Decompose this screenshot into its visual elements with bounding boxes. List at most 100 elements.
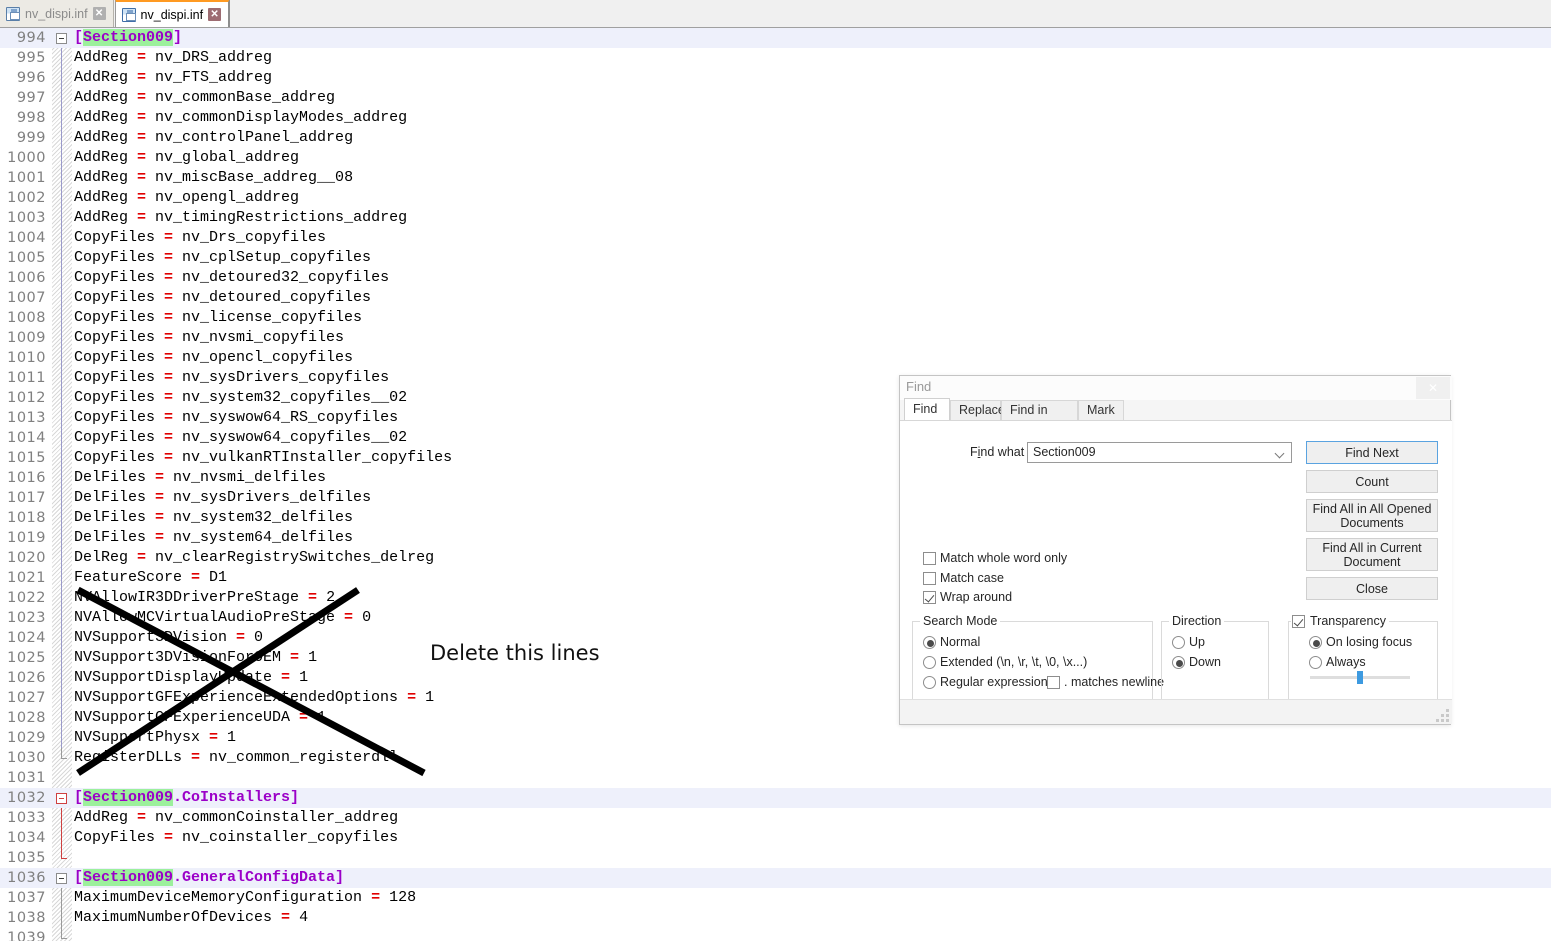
fold-marker[interactable]: [52, 828, 72, 848]
close-icon[interactable]: ✕: [1416, 377, 1450, 399]
fold-line: [61, 188, 62, 208]
fold-marker[interactable]: [52, 208, 72, 228]
fold-marker[interactable]: [52, 108, 72, 128]
fold-marker[interactable]: [52, 488, 72, 508]
code-line[interactable]: 1004 CopyFiles = nv_Drs_copyfiles: [0, 228, 1551, 248]
fold-marker[interactable]: [52, 608, 72, 628]
code-line[interactable]: 1030 RegisterDLLs = nv_common_registerdll: [0, 748, 1551, 768]
fold-marker[interactable]: [52, 148, 72, 168]
find-all-current-document-button[interactable]: Find All in Current Document: [1306, 538, 1438, 571]
tab-find[interactable]: Find: [904, 398, 950, 420]
fold-marker[interactable]: [52, 648, 72, 668]
code-line[interactable]: 1003 AddReg = nv_timingRestrictions_addre…: [0, 208, 1551, 228]
fold-marker[interactable]: [52, 68, 72, 88]
fold-marker[interactable]: [52, 248, 72, 268]
tab-replace[interactable]: Replace: [950, 400, 1005, 420]
fold-marker[interactable]: [52, 388, 72, 408]
fold-collapse-icon[interactable]: [56, 33, 67, 44]
code-line[interactable]: 1000 AddReg = nv_global_addreg: [0, 148, 1551, 168]
fold-marker[interactable]: [52, 308, 72, 328]
fold-marker[interactable]: [52, 908, 72, 928]
fold-marker[interactable]: [52, 868, 72, 888]
tab-nv-dispi-inf-1[interactable]: nv_dispi.inf ✕: [0, 0, 114, 27]
line-number: 1021: [7, 570, 46, 586]
fold-marker[interactable]: [52, 528, 72, 548]
fold-marker[interactable]: [52, 168, 72, 188]
fold-marker[interactable]: [52, 748, 72, 768]
code-line[interactable]: 1032 [Section009.CoInstallers]: [0, 788, 1551, 808]
fold-marker[interactable]: [52, 288, 72, 308]
fold-marker[interactable]: [52, 668, 72, 688]
code-line[interactable]: 1034 CopyFiles = nv_coinstaller_copyfiles: [0, 828, 1551, 848]
code-line[interactable]: 1035: [0, 848, 1551, 868]
code-line[interactable]: 1007 CopyFiles = nv_detoured_copyfiles: [0, 288, 1551, 308]
code-line[interactable]: 1008 CopyFiles = nv_license_copyfiles: [0, 308, 1551, 328]
code-line[interactable]: 1005 CopyFiles = nv_cplSetup_copyfiles: [0, 248, 1551, 268]
code-line[interactable]: 1009 CopyFiles = nv_nvsmi_copyfiles: [0, 328, 1551, 348]
fold-marker[interactable]: [52, 788, 72, 808]
fold-line: [61, 468, 62, 488]
code-line[interactable]: 1033 AddReg = nv_commonCoinstaller_addreg: [0, 808, 1551, 828]
slider-thumb[interactable]: [1357, 671, 1363, 684]
code-line[interactable]: 1001 AddReg = nv_miscBase_addreg__08: [0, 168, 1551, 188]
fold-marker[interactable]: [52, 188, 72, 208]
code-line[interactable]: 1037 MaximumDeviceMemoryConfiguration = 1…: [0, 888, 1551, 908]
fold-marker[interactable]: [52, 848, 72, 868]
resize-grip[interactable]: [1435, 708, 1449, 722]
code-line[interactable]: 998 AddReg = nv_commonDisplayModes_addreg: [0, 108, 1551, 128]
tab-mark[interactable]: Mark: [1078, 400, 1124, 420]
fold-marker[interactable]: [52, 468, 72, 488]
fold-marker[interactable]: [52, 368, 72, 388]
close-icon[interactable]: ✕: [208, 8, 222, 21]
tab-nv-dispi-inf-2[interactable]: nv_dispi.inf ✕: [114, 0, 231, 27]
code-line[interactable]: 1002 AddReg = nv_opengl_addreg: [0, 188, 1551, 208]
find-next-button[interactable]: Find Next: [1306, 441, 1438, 464]
code-line[interactable]: 1029 NVSupportPhysx = 1: [0, 728, 1551, 748]
code-line[interactable]: 1031: [0, 768, 1551, 788]
close-button[interactable]: Close: [1306, 577, 1438, 600]
code-line[interactable]: 995 AddReg = nv_DRS_addreg: [0, 48, 1551, 68]
fold-collapse-icon[interactable]: [56, 873, 67, 884]
fold-marker[interactable]: [52, 548, 72, 568]
fold-marker[interactable]: [52, 28, 72, 48]
code-line[interactable]: 1036 [Section009.GeneralConfigData]: [0, 868, 1551, 888]
fold-marker[interactable]: [52, 328, 72, 348]
fold-marker[interactable]: [52, 808, 72, 828]
fold-marker[interactable]: [52, 128, 72, 148]
fold-marker[interactable]: [52, 588, 72, 608]
fold-marker[interactable]: [52, 888, 72, 908]
code-line[interactable]: 1006 CopyFiles = nv_detoured32_copyfiles: [0, 268, 1551, 288]
chevron-down-icon[interactable]: [1276, 450, 1285, 455]
code-line[interactable]: 994 [Section009]: [0, 28, 1551, 48]
fold-marker[interactable]: [52, 228, 72, 248]
transparency-slider[interactable]: [1310, 671, 1410, 684]
find-all-opened-documents-button[interactable]: Find All in All Opened Documents: [1306, 499, 1438, 532]
fold-marker[interactable]: [52, 628, 72, 648]
close-icon[interactable]: ✕: [92, 7, 106, 20]
find-dialog-titlebar[interactable]: Find ✕: [900, 376, 1452, 400]
code-line[interactable]: 999 AddReg = nv_controlPanel_addreg: [0, 128, 1551, 148]
fold-collapse-icon[interactable]: [56, 793, 67, 804]
code-line[interactable]: 996 AddReg = nv_FTS_addreg: [0, 68, 1551, 88]
fold-marker[interactable]: [52, 768, 72, 788]
fold-marker[interactable]: [52, 688, 72, 708]
code-line[interactable]: 1039: [0, 928, 1551, 941]
fold-marker[interactable]: [52, 448, 72, 468]
fold-marker[interactable]: [52, 508, 72, 528]
tab-find-in-files[interactable]: Find in Files: [1001, 400, 1078, 436]
fold-marker[interactable]: [52, 728, 72, 748]
fold-marker[interactable]: [52, 428, 72, 448]
fold-marker[interactable]: [52, 568, 72, 588]
code-line[interactable]: 997 AddReg = nv_commonBase_addreg: [0, 88, 1551, 108]
fold-marker[interactable]: [52, 348, 72, 368]
fold-marker[interactable]: [52, 88, 72, 108]
count-button[interactable]: Count: [1306, 470, 1438, 493]
fold-marker[interactable]: [52, 408, 72, 428]
fold-marker[interactable]: [52, 928, 72, 941]
fold-marker[interactable]: [52, 268, 72, 288]
fold-marker[interactable]: [52, 708, 72, 728]
code-line[interactable]: 1038 MaximumNumberOfDevices = 4: [0, 908, 1551, 928]
search-input[interactable]: Section009: [1027, 442, 1292, 463]
fold-marker[interactable]: [52, 48, 72, 68]
code-line[interactable]: 1010 CopyFiles = nv_opencl_copyfiles: [0, 348, 1551, 368]
